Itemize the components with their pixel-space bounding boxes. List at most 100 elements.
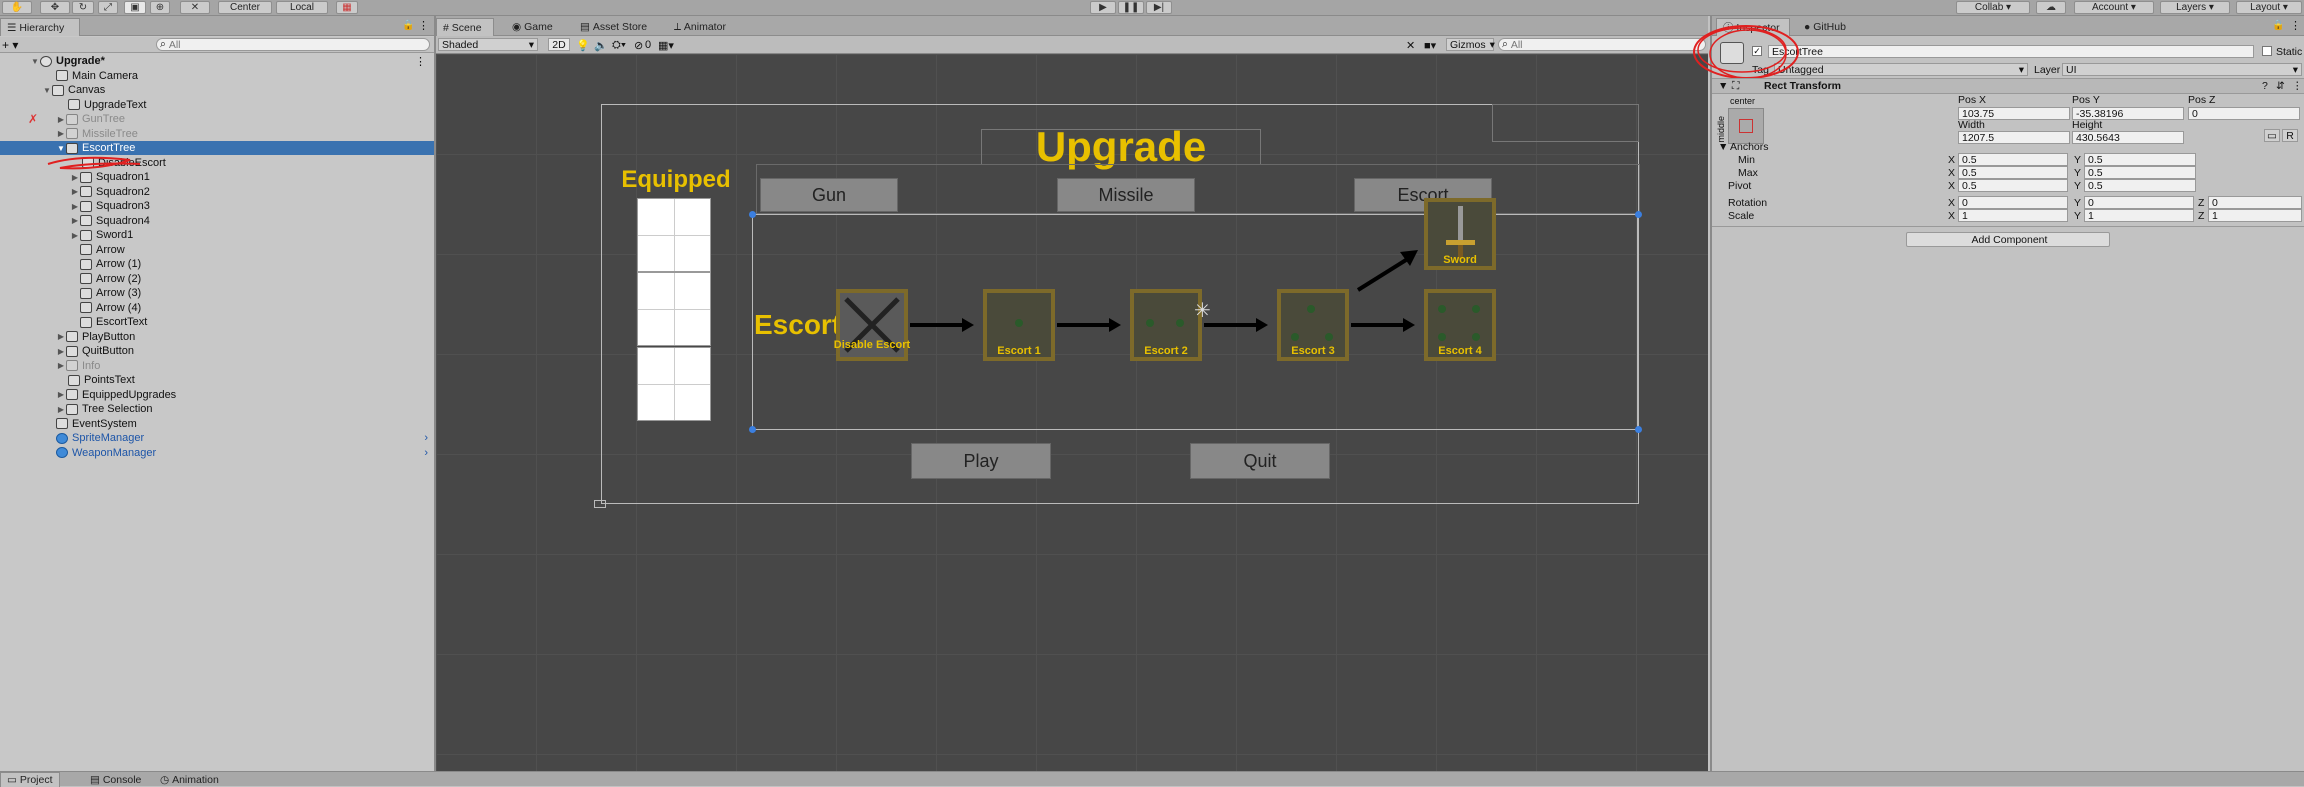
anchor-max-y-field[interactable]: 0.5 (2084, 166, 2196, 179)
lighting-icon[interactable]: 💡 (576, 39, 590, 52)
tree-item-quitbutton[interactable]: ▶ QuitButton (0, 344, 434, 358)
step-button[interactable]: ▶| (1146, 1, 1172, 14)
settings-icon[interactable]: ⇵ (2276, 80, 2285, 92)
expand-arrow-icon[interactable]: ▶ (70, 231, 80, 240)
gun-tree-button[interactable]: Gun (760, 178, 898, 212)
rotate-tool-button[interactable]: ↻ (72, 1, 94, 14)
transform-tool-button[interactable]: ⊕ (150, 1, 170, 14)
hidden-objects-icon[interactable]: ⊘ (634, 39, 643, 52)
chevron-right-icon[interactable]: › (424, 447, 428, 459)
help-icon[interactable]: ? (2262, 80, 2268, 92)
tab-github[interactable]: ● GitHub (1798, 18, 1852, 36)
tab-game[interactable]: ◉ Game (506, 18, 559, 36)
expand-arrow-icon[interactable]: ▶ (56, 390, 66, 399)
tab-scene[interactable]: # Scene (436, 18, 494, 36)
tree-item-squadron4[interactable]: ▶ Squadron4 (0, 214, 434, 228)
expand-arrow-icon[interactable]: ▶ (70, 187, 80, 196)
tree-item-equippedupgrades[interactable]: ▶ EquippedUpgrades (0, 388, 434, 402)
expand-arrow-icon[interactable]: ▶ (56, 361, 66, 370)
collab-dropdown[interactable]: Collab ▾ (1956, 1, 2030, 14)
tab-hierarchy[interactable]: ☰ Hierarchy (0, 18, 80, 36)
tree-item-arrow-4[interactable]: Arrow (4) (0, 301, 434, 315)
expand-arrow-icon[interactable]: ▶ (56, 129, 66, 138)
tree-item-spritemanager[interactable]: SpriteManager › (0, 431, 434, 445)
scene-viewport[interactable]: Upgrade Equipped Gun Missile Escort Esco… (436, 54, 1708, 771)
rect-tool-button[interactable]: ▣ (124, 1, 146, 14)
rect-transform-header[interactable]: ▼ ⛶ Rect Transform ? ⇵ ⋮ (1712, 78, 2304, 94)
tag-dropdown[interactable]: Untagged ▾ (1774, 63, 2028, 76)
tree-item-tree-selection[interactable]: ▶ Tree Selection (0, 402, 434, 416)
tree-item-arrow-1[interactable]: Arrow (1) (0, 257, 434, 271)
audio-icon[interactable]: 🔈 (594, 39, 608, 52)
expand-arrow-icon[interactable]: ▶ (56, 405, 66, 414)
tree-item-canvas[interactable]: ▼ Canvas (0, 83, 434, 97)
hierarchy-search-input[interactable]: ⌕ All (156, 38, 430, 51)
tab-animation[interactable]: ◷ Animation (154, 772, 225, 787)
equipped-slot-1[interactable] (637, 198, 711, 272)
tree-item-upgradetext[interactable]: UpgradeText (0, 98, 434, 112)
tree-item-arrow[interactable]: Arrow (0, 243, 434, 257)
lock-icon[interactable]: 🔒 (2272, 20, 2284, 31)
pivot-local-button[interactable]: Local (276, 1, 328, 14)
collapse-arrow-icon[interactable]: ▼ (1718, 80, 1728, 92)
tab-project[interactable]: ▭ Project (0, 772, 60, 787)
width-field[interactable]: 1207.5 (1958, 131, 2070, 144)
raw-edit-button[interactable]: R (2282, 129, 2298, 142)
expand-arrow-icon[interactable]: ▼ (30, 57, 40, 66)
anchor-min-x-field[interactable]: 0.5 (1958, 153, 2068, 166)
rotation-y-field[interactable]: 0 (2084, 196, 2194, 209)
tree-item-guntree[interactable]: ✗ ▶ GunTree (0, 112, 434, 126)
tab-animator[interactable]: ⟂ Animator (668, 18, 732, 36)
camera-icon[interactable]: ■▾ (1424, 39, 1436, 52)
add-component-button[interactable]: Add Component (1906, 232, 2110, 247)
pause-button[interactable]: ❚❚ (1118, 1, 1144, 14)
scale-y-field[interactable]: 1 (2084, 209, 2194, 222)
move-tool-button[interactable]: ✥ (40, 1, 70, 14)
layers-dropdown[interactable]: Layers ▾ (2160, 1, 2230, 14)
equipped-slot-2[interactable] (637, 272, 711, 346)
effects-icon[interactable]: ⛭▾ (612, 39, 626, 52)
tree-item-info[interactable]: ▶ Info (0, 359, 434, 373)
blueprint-mode-button[interactable]: ▭ (2264, 129, 2280, 142)
scene-search-input[interactable]: ⌕ All (1498, 38, 1706, 51)
anchor-max-x-field[interactable]: 0.5 (1958, 166, 2068, 179)
missile-tree-button[interactable]: Missile (1057, 178, 1195, 212)
lock-icon[interactable]: 🔒 (402, 20, 414, 31)
tree-item-pointstext[interactable]: PointsText (0, 373, 434, 387)
toggle-2d-button[interactable]: 2D (548, 38, 570, 51)
kebab-menu-icon[interactable]: ⋮ (2292, 80, 2303, 92)
equipped-slot-3[interactable] (637, 347, 711, 421)
tree-item-missiletree[interactable]: ▶ MissileTree (0, 127, 434, 141)
tree-item-arrow-2[interactable]: Arrow (2) (0, 272, 434, 286)
pos-z-field[interactable]: 0 (2188, 107, 2300, 120)
cloud-button[interactable]: ☁ (2036, 1, 2066, 14)
grid-snap-button[interactable]: ▦ (336, 1, 358, 14)
rotation-x-field[interactable]: 0 (1958, 196, 2068, 209)
height-field[interactable]: 430.5643 (2072, 131, 2184, 144)
create-button[interactable]: + ▾ (2, 38, 28, 52)
layer-dropdown[interactable]: UI ▾ (2062, 63, 2302, 76)
tree-item-eventsystem[interactable]: EventSystem (0, 417, 434, 431)
tree-item-arrow-3[interactable]: Arrow (3) (0, 286, 434, 300)
account-dropdown[interactable]: Account ▾ (2074, 1, 2154, 14)
chevron-right-icon[interactable]: › (424, 432, 428, 444)
quit-button[interactable]: Quit (1190, 443, 1330, 479)
object-name-field[interactable]: EscortTree (1768, 45, 2254, 58)
expand-arrow-icon[interactable]: ▶ (56, 347, 66, 356)
resize-handle-bottom-left[interactable] (749, 426, 756, 433)
gizmos-dropdown[interactable]: Gizmos ▾ (1446, 38, 1495, 51)
tools-icon[interactable]: ✕ (1406, 39, 1415, 52)
tab-console[interactable]: ▤ Console (84, 772, 147, 787)
scale-tool-button[interactable]: ⤢ (98, 1, 118, 14)
tree-item-weaponmanager[interactable]: WeaponManager › (0, 446, 434, 460)
pivot-x-field[interactable]: 0.5 (1958, 179, 2068, 192)
expand-arrow-icon[interactable]: ▶ (56, 332, 66, 341)
expand-arrow-icon[interactable]: ▶ (70, 216, 80, 225)
tree-item-playbutton[interactable]: ▶ PlayButton (0, 330, 434, 344)
resize-handle-bottom-right[interactable] (1635, 426, 1642, 433)
static-checkbox[interactable] (2262, 46, 2272, 56)
anchor-min-y-field[interactable]: 0.5 (2084, 153, 2196, 166)
pivot-y-field[interactable]: 0.5 (2084, 179, 2196, 192)
expand-arrow-icon[interactable]: ▼ (42, 86, 52, 95)
scale-z-field[interactable]: 1 (2208, 209, 2302, 222)
